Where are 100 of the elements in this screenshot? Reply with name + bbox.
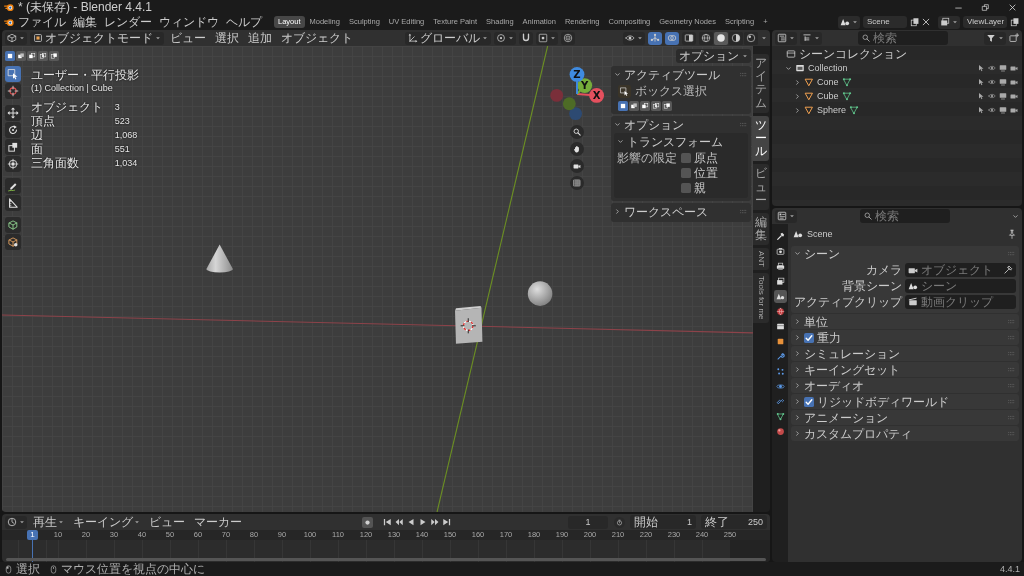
shading-button[interactable] (744, 31, 758, 45)
panel-title[interactable]: リジッドボディワールド (817, 394, 949, 409)
checkbox-label[interactable]: 原点 (694, 151, 718, 165)
outliner-item[interactable]: シーンコレクション (799, 47, 907, 61)
monitor-icon[interactable] (999, 106, 1007, 114)
editor-type-button[interactable] (775, 31, 797, 45)
viewport-toggle[interactable] (682, 31, 696, 45)
proportional-edit-toggle[interactable] (560, 31, 575, 45)
filled-square-icon[interactable] (618, 101, 628, 111)
timeline-menu[interactable]: キーイング (70, 515, 143, 529)
move-arrows-icon[interactable] (5, 105, 21, 121)
eyedropper-icon[interactable] (1003, 265, 1013, 275)
sidebar-tab[interactable]: アイテム (753, 54, 769, 113)
data-block-field[interactable]: シーン (905, 279, 1016, 293)
header-menu[interactable]: ビュー (167, 31, 209, 45)
chevron-right-icon[interactable] (614, 208, 621, 215)
monitor-icon[interactable] (999, 78, 1007, 86)
snap-toggle[interactable] (518, 31, 533, 45)
eye-icon[interactable] (988, 106, 996, 114)
cube-with-dot-icon[interactable] (5, 234, 21, 250)
skip-to-start-icon[interactable] (381, 517, 392, 527)
camera-icon[interactable] (1010, 106, 1018, 114)
viewport-toggle[interactable] (665, 31, 679, 45)
menu-item[interactable]: ヘルプ (223, 15, 265, 29)
camera-icon[interactable] (1010, 92, 1018, 100)
rotate-icon[interactable] (5, 122, 21, 138)
sidebar-tab[interactable]: ビュー (753, 164, 769, 210)
stacked-squares-icon[interactable] (16, 50, 26, 61)
chevron-right-icon[interactable] (794, 106, 801, 114)
shading-button[interactable] (729, 31, 743, 45)
restore-icon[interactable] (981, 2, 990, 12)
menu-item[interactable]: ファイル (15, 15, 69, 29)
search-bar[interactable]: 検索 (859, 209, 950, 223)
panel-title[interactable]: ワークスペース (624, 204, 708, 219)
outliner-item[interactable]: Cube (817, 89, 839, 103)
cube-object[interactable] (455, 305, 483, 344)
chevron-down-icon[interactable] (614, 121, 621, 128)
outliner-item[interactable]: Collection (808, 61, 848, 75)
end-frame-field[interactable]: 終了 250 (701, 515, 767, 529)
chevron-down-icon[interactable] (617, 138, 624, 145)
search-input[interactable]: 検索 (873, 31, 944, 45)
menu-item[interactable]: レンダー (101, 15, 155, 29)
hand-icon[interactable] (570, 142, 584, 156)
close-icon[interactable] (921, 17, 931, 27)
panel-title[interactable]: シーン (804, 246, 840, 261)
timeline-menu[interactable]: ビュー (146, 515, 188, 529)
view-layer-selector-button[interactable] (938, 15, 960, 29)
chevron-right-icon[interactable] (794, 398, 801, 405)
start-frame-field[interactable]: 開始 1 (630, 515, 696, 529)
sidebar-tab[interactable]: Tools for me (753, 273, 769, 323)
editor-type-button[interactable] (5, 515, 27, 529)
transform-icon[interactable] (5, 156, 21, 172)
checkbox[interactable] (681, 168, 691, 178)
panel-title[interactable]: 重力 (817, 330, 841, 345)
box-plus-icon[interactable] (1009, 33, 1019, 43)
cube-outline-icon[interactable] (5, 217, 21, 233)
sidebar-tab[interactable]: ツール (753, 115, 769, 162)
negative-y-axis-handle[interactable] (562, 97, 576, 111)
menu-item[interactable]: ウィンドウ (156, 15, 222, 29)
panel-title[interactable]: アニメーション (804, 410, 888, 425)
data-block-field[interactable]: オブジェクト (905, 263, 1016, 277)
chevron-down-icon[interactable] (614, 71, 621, 78)
outlined-squares-icon[interactable] (651, 101, 661, 111)
timeline-menu[interactable]: 再生 (30, 515, 67, 529)
3d-cursor-icon[interactable] (5, 83, 21, 99)
chevron-right-icon[interactable] (794, 382, 801, 389)
data-block-input[interactable]: シーン (921, 279, 1013, 293)
header-menu[interactable]: 追加 (245, 31, 275, 45)
eye-icon[interactable] (988, 92, 996, 100)
zoom-icon[interactable] (570, 125, 584, 139)
mesh-triangle-icon[interactable] (841, 91, 852, 101)
copy-icon[interactable] (1010, 17, 1020, 27)
rewind-icon[interactable] (393, 517, 404, 527)
scene-name-field[interactable]: Scene (863, 16, 907, 28)
sidebar-tab[interactable]: ANT (753, 248, 769, 271)
chevron-down-icon[interactable] (785, 64, 792, 72)
eye-icon[interactable] (988, 78, 996, 86)
orientation-dropdown[interactable]: グローバル (404, 31, 491, 45)
outline-and-square-icon[interactable] (49, 50, 59, 61)
filter-dropdown[interactable] (984, 31, 1006, 45)
display-mode-dropdown[interactable] (800, 31, 822, 45)
chevron-right-icon[interactable] (794, 430, 801, 437)
panel-title[interactable]: キーイングセット (804, 362, 900, 377)
search-bar[interactable]: 検索 (858, 31, 948, 45)
outline-and-square-icon[interactable] (662, 101, 672, 111)
monitor-icon[interactable] (999, 64, 1007, 72)
panel-title[interactable]: トランスフォーム (627, 134, 723, 149)
square-and-outline-icon[interactable] (640, 101, 650, 111)
visibility-dropdown[interactable] (623, 31, 645, 45)
close-icon[interactable] (1008, 2, 1017, 12)
current-frame-field[interactable]: 1 (568, 515, 608, 529)
outliner-item[interactable]: Cone (817, 75, 839, 89)
checkbox[interactable] (681, 183, 691, 193)
copy-icon[interactable] (910, 17, 920, 27)
chevron-right-icon[interactable] (794, 334, 801, 341)
shading-button[interactable] (714, 31, 728, 45)
panel-title[interactable]: オーディオ (804, 378, 864, 393)
playhead[interactable]: 1 (27, 530, 38, 540)
negative-x-axis-handle[interactable] (550, 88, 564, 102)
grid-icon[interactable] (570, 176, 584, 190)
